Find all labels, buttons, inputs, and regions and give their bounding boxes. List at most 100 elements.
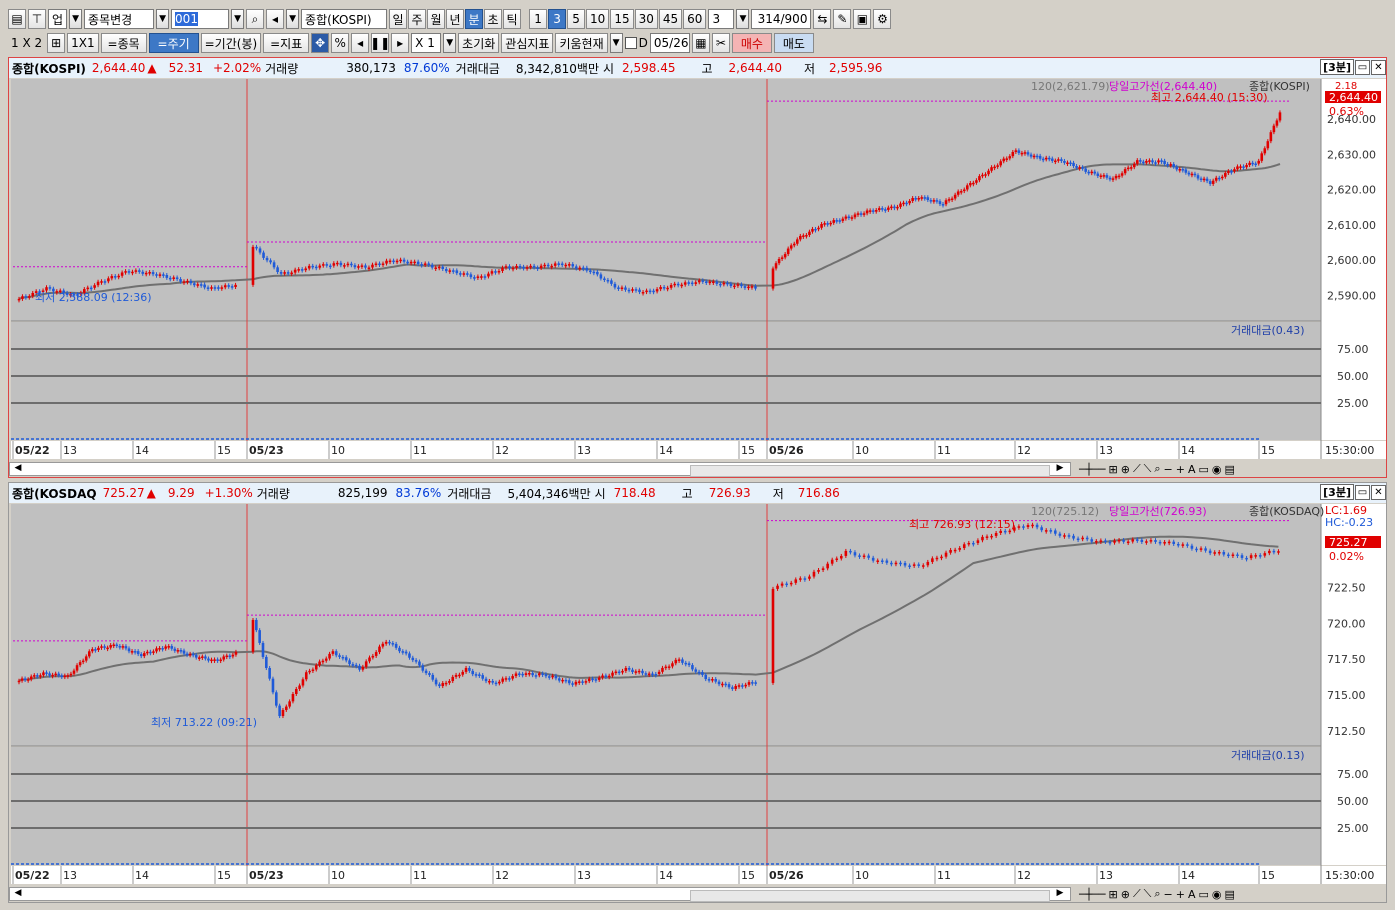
calendar-icon[interactable]: ▦: [691, 33, 710, 53]
candle: [606, 279, 610, 282]
interval-tab[interactable]: 5: [567, 9, 586, 29]
chevron-down-icon[interactable]: ▼: [609, 33, 623, 53]
custom-interval-field[interactable]: 3: [708, 9, 735, 29]
move-icon[interactable]: ✥: [311, 33, 330, 53]
stock-name-field[interactable]: 종합(KOSPI): [301, 9, 388, 29]
interval-tab[interactable]: 45: [658, 9, 683, 29]
interval-tab[interactable]: 15: [610, 9, 634, 29]
menu-icon[interactable]: ▤: [1225, 888, 1235, 901]
box-icon[interactable]: ▭: [1198, 888, 1208, 901]
scroll-track[interactable]: [9, 887, 1071, 902]
market-select[interactable]: 업: [48, 9, 68, 29]
period-tab[interactable]: 초: [484, 9, 503, 29]
line-icon[interactable]: ⟍: [1144, 887, 1152, 901]
box-icon[interactable]: ▭: [1198, 463, 1208, 476]
text-icon[interactable]: A: [1188, 463, 1196, 476]
horizontal-scrollbar[interactable]: ◀ ▶ ─┼── ⊞ ⊕ ⟋ ⟍ ⌕ − + A ▭ ◉ ▤: [9, 885, 1386, 902]
interval-tab[interactable]: 30: [634, 9, 658, 29]
fib-icon[interactable]: ⊕: [1121, 888, 1130, 901]
plus-icon[interactable]: +: [1176, 463, 1185, 476]
crosshair-icon[interactable]: ⊞: [1109, 888, 1118, 901]
pin-icon[interactable]: ⊤: [28, 9, 46, 29]
chevron-down-icon[interactable]: ▼: [443, 33, 457, 53]
kiwoom-current-button[interactable]: 키움현재: [555, 33, 608, 53]
minus-icon[interactable]: −: [1164, 888, 1173, 901]
chevron-down-icon[interactable]: ▼: [736, 9, 750, 29]
gear-icon[interactable]: ⚙: [873, 9, 892, 29]
scroll-right-icon[interactable]: ▶: [1053, 886, 1067, 900]
horizontal-scrollbar[interactable]: ◀ ▶ ─┼── ⊞ ⊕ ⟋ ⟍ ⌕ − + A ▭ ◉ ▤: [9, 460, 1386, 477]
one-by-one-button[interactable]: 1X1: [67, 33, 99, 53]
draw-icon[interactable]: ✎: [833, 9, 852, 29]
trendline-icon[interactable]: ⟋: [1133, 462, 1141, 476]
multiplier-select[interactable]: X 1: [411, 33, 442, 53]
search-icon[interactable]: ⌕: [246, 9, 265, 29]
speaker-icon[interactable]: ◂: [266, 9, 285, 29]
interval-tab[interactable]: 1: [529, 9, 548, 29]
eye-icon[interactable]: ◉: [1212, 888, 1222, 901]
plus-icon[interactable]: +: [1176, 888, 1185, 901]
scroll-left-icon[interactable]: ◀: [11, 886, 25, 900]
range-button[interactable]: =기간(봉): [200, 33, 262, 53]
period-tab[interactable]: 주: [408, 9, 427, 29]
interval-tab[interactable]: 60: [683, 9, 707, 29]
text-icon[interactable]: A: [1188, 888, 1196, 901]
sell-button[interactable]: 매도: [773, 33, 814, 53]
chevron-down-icon[interactable]: ▼: [286, 9, 300, 29]
scissors-icon[interactable]: ✂: [711, 33, 730, 53]
eye-icon[interactable]: ◉: [1212, 463, 1222, 476]
scroll-right-icon[interactable]: ▶: [1053, 461, 1067, 475]
period-tab[interactable]: 일: [389, 9, 408, 29]
magnifier-icon[interactable]: ⌕: [1154, 462, 1160, 476]
item-button[interactable]: =종목: [100, 33, 147, 53]
reset-button[interactable]: 초기화: [458, 33, 500, 53]
period-tab[interactable]: 틱: [503, 9, 522, 29]
interval-tab[interactable]: 3: [548, 9, 567, 29]
chart-canvas[interactable]: 2,640.002,630.002,620.002,610.002,600.00…: [9, 58, 1388, 479]
pause-icon[interactable]: ❚❚: [370, 33, 390, 53]
time-axis-label: 10: [855, 869, 869, 882]
period-tab[interactable]: 분: [465, 9, 484, 29]
item-change-field[interactable]: 종목변경: [84, 9, 155, 29]
link-icon[interactable]: ⇆: [813, 9, 832, 29]
fib-icon[interactable]: ⊕: [1121, 463, 1130, 476]
save-icon[interactable]: ▣: [853, 9, 872, 29]
percent-toggle[interactable]: %: [331, 33, 350, 53]
code-input[interactable]: 001: [171, 9, 230, 29]
zoom-slider-icon[interactable]: ─┼──: [1079, 463, 1106, 476]
scroll-left-icon[interactable]: ◀: [11, 461, 25, 475]
date-checkbox[interactable]: D: [624, 36, 648, 50]
indicator-button[interactable]: =지표: [263, 33, 310, 53]
period-tab[interactable]: 년: [446, 9, 465, 29]
candle: [921, 565, 925, 567]
minus-icon[interactable]: −: [1164, 463, 1173, 476]
scroll-track[interactable]: [9, 462, 1071, 477]
scroll-thumb[interactable]: [690, 890, 1050, 902]
watch-indicator-button[interactable]: 관심지표: [501, 33, 554, 53]
period-button[interactable]: =주기: [148, 33, 199, 53]
layout-icon[interactable]: ▤: [8, 9, 26, 29]
candle: [534, 675, 538, 677]
data-count-field[interactable]: 314/900: [751, 9, 812, 29]
chevron-down-icon[interactable]: ▼: [231, 9, 245, 29]
prev-icon[interactable]: ◂: [351, 33, 370, 53]
zoom-slider-icon[interactable]: ─┼──: [1079, 888, 1106, 901]
checkbox-icon[interactable]: [624, 37, 637, 49]
grid-icon[interactable]: ⊞: [47, 33, 66, 53]
next-icon[interactable]: ▸: [391, 33, 410, 53]
interval-tab[interactable]: 10: [586, 9, 610, 29]
candle: [1181, 169, 1185, 171]
trendline-icon[interactable]: ⟋: [1133, 887, 1141, 901]
line-icon[interactable]: ⟍: [1144, 462, 1152, 476]
menu-icon[interactable]: ▤: [1225, 463, 1235, 476]
chevron-down-icon[interactable]: ▼: [156, 9, 170, 29]
period-tab[interactable]: 월: [427, 9, 446, 29]
chevron-down-icon[interactable]: ▼: [69, 9, 83, 29]
crosshair-icon[interactable]: ⊞: [1109, 463, 1118, 476]
date-input[interactable]: 05/26: [649, 33, 690, 53]
layout-1x2[interactable]: 1 X 2: [8, 33, 45, 53]
magnifier-icon[interactable]: ⌕: [1154, 887, 1160, 901]
scroll-thumb[interactable]: [690, 465, 1050, 477]
buy-button[interactable]: 매수: [731, 33, 772, 53]
chart-canvas[interactable]: 722.50 720.00 717.50 715.00 712.50 최고 726.93 …: [9, 483, 1388, 904]
